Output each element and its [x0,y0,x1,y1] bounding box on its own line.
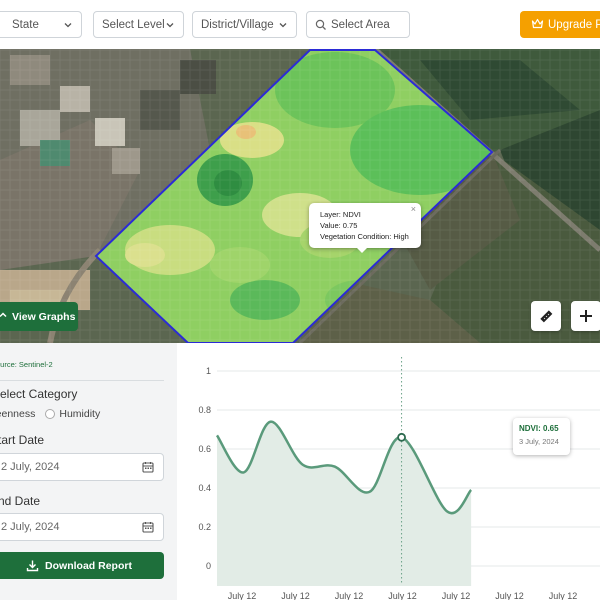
level-select-label: Select Level [102,18,165,31]
start-date-value: 2 July, 2024 [1,461,60,473]
zoom-in-button[interactable] [571,301,600,331]
x-tick-label: July 12 [228,591,257,600]
area-search-input[interactable]: Select Area [306,11,410,38]
y-tick-label: 1 [206,366,211,376]
radio-icon[interactable] [45,409,56,419]
chart-canvas: 1 0.8 0.6 0.4 0.2 0 July 12 July 12 July 12 July … [198,357,600,600]
state-select-label: State [12,18,39,31]
x-tick-label: July 12 [442,591,471,600]
state-select[interactable]: State [0,11,82,38]
y-tick-label: 0.4 [198,483,211,493]
x-tick-label: July 12 [549,591,578,600]
tooltip-layer: Layer: NDVI [320,210,361,219]
x-tick-label: July 12 [281,591,310,600]
download-icon [26,560,39,572]
chevron-down-icon [166,23,174,28]
start-date-label: Start Date [0,433,45,447]
download-report-button[interactable]: Download Report [0,552,164,579]
chart-tooltip-title: NDVI: 0.65 [519,424,559,433]
y-tick-label: 0.8 [198,405,211,415]
ruler-button[interactable] [531,301,561,331]
chart-tooltip: NDVI: 0.65 3 July, 2024 [513,418,570,455]
map-value-tooltip: × Layer: NDVI Value: 0.75 Vegetation Con… [309,203,421,253]
divider [0,380,164,381]
chevron-down-icon [64,23,72,28]
district-select-label: District/Village [201,18,274,31]
chevron-up-icon [0,312,7,318]
plus-icon [580,310,592,322]
download-report-label: Download Report [45,559,132,572]
area-search-placeholder: Select Area [331,18,390,31]
ruler-icon [540,310,553,323]
upgrade-plan-button[interactable]: Upgrade Plan [520,11,600,38]
close-icon[interactable]: × [411,204,416,215]
crown-icon [531,18,544,29]
y-tick-label: 0.2 [198,522,211,532]
category-label-humidity[interactable]: Humidity [59,408,100,420]
y-tick-label: 0.6 [198,444,211,454]
ndvi-chart: 1 0.8 0.6 0.4 0.2 0 July 12 July 12 July 12 July … [177,343,600,600]
x-tick-label: July 12 [495,591,524,600]
start-date-input[interactable]: 2 July, 2024 [0,453,164,481]
area-fill [217,421,472,586]
settings-panel: Source: Sentinel-2 Select Category Green… [0,343,177,600]
x-tick-label: July 12 [335,591,364,600]
x-tick-label: July 12 [388,591,417,600]
chart-tooltip-date: 3 July, 2024 [519,437,559,446]
tooltip-value: Value: 0.75 [320,221,358,230]
category-label-greenness: Greenness [0,408,36,420]
end-date-label: End Date [0,494,41,508]
calendar-icon [142,462,154,473]
upgrade-plan-label: Upgrade Plan [548,18,600,31]
chevron-down-icon [279,23,287,28]
level-select[interactable]: Select Level [93,11,184,38]
tooltip-condition: Vegetation Condition: High [320,232,409,241]
district-select[interactable]: District/Village [192,11,297,38]
end-date-input[interactable]: 2 July, 2024 [0,513,164,541]
data-source: Source: Sentinel-2 [0,360,53,369]
view-graphs-label: View Graphs [12,310,76,323]
ndvi-data-point [397,432,406,442]
calendar-icon [142,522,154,533]
map-imagery [0,49,600,343]
category-radio-group: Greenness Humidity [0,408,100,420]
y-tick-label: 0 [206,561,211,571]
view-graphs-button[interactable]: View Graphs [0,302,78,331]
satellite-map[interactable]: × Layer: NDVI Value: 0.75 Vegetation Con… [0,49,600,343]
select-category-label: Select Category [0,387,78,401]
search-icon [315,19,326,30]
end-date-value: 2 July, 2024 [1,521,60,533]
filter-bar: State Select Level District/Village Sele… [0,0,600,49]
category-option-greenness[interactable]: Greenness [0,408,35,420]
